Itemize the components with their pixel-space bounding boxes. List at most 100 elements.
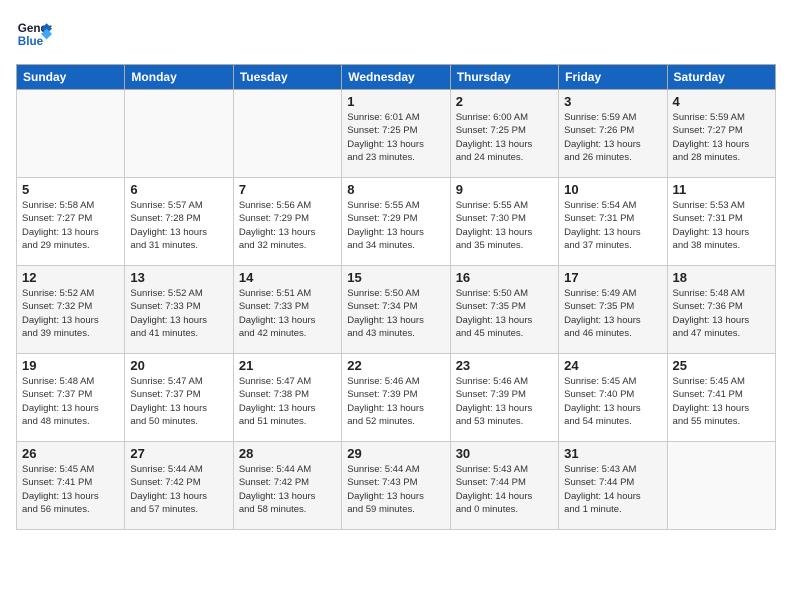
day-cell: 16 Sunrise: 5:50 AMSunset: 7:35 PMDayligh…	[450, 266, 558, 354]
week-row-5: 26 Sunrise: 5:45 AMSunset: 7:41 PMDayligh…	[17, 442, 776, 530]
day-cell	[667, 442, 775, 530]
day-info: Sunrise: 5:44 AMSunset: 7:42 PMDaylight:…	[239, 463, 336, 516]
week-row-4: 19Sunrise: 5:48 AMSunset: 7:37 PMDayligh…	[17, 354, 776, 442]
day-cell: 2 Sunrise: 6:00 AMSunset: 7:25 PMDaylight…	[450, 90, 558, 178]
day-number: 2	[456, 94, 553, 109]
day-number: 12	[22, 270, 119, 285]
day-number: 3	[564, 94, 661, 109]
day-cell: 22Sunrise: 5:46 AMSunset: 7:39 PMDayligh…	[342, 354, 450, 442]
day-number: 7	[239, 182, 336, 197]
day-info: Sunrise: 5:52 AMSunset: 7:32 PMDaylight:…	[22, 287, 119, 340]
day-number: 4	[673, 94, 770, 109]
day-cell: 20 Sunrise: 5:47 AMSunset: 7:37 PMDayligh…	[125, 354, 233, 442]
day-cell: 3Sunrise: 5:59 AMSunset: 7:26 PMDaylight…	[559, 90, 667, 178]
day-number: 17	[564, 270, 661, 285]
day-cell: 5 Sunrise: 5:58 AMSunset: 7:27 PMDaylight…	[17, 178, 125, 266]
day-info: Sunrise: 5:43 AMSunset: 7:44 PMDaylight:…	[456, 463, 553, 516]
day-cell: 27 Sunrise: 5:44 AMSunset: 7:42 PMDayligh…	[125, 442, 233, 530]
day-info: Sunrise: 5:44 AMSunset: 7:42 PMDaylight:…	[130, 463, 227, 516]
day-cell	[233, 90, 341, 178]
logo-icon: General Blue	[16, 16, 52, 52]
day-info: Sunrise: 5:49 AMSunset: 7:35 PMDaylight:…	[564, 287, 661, 340]
day-number: 21	[239, 358, 336, 373]
logo: General Blue	[16, 16, 52, 52]
day-info: Sunrise: 5:44 AMSunset: 7:43 PMDaylight:…	[347, 463, 444, 516]
day-number: 10	[564, 182, 661, 197]
weekday-header-wednesday: Wednesday	[342, 65, 450, 90]
day-cell: 19Sunrise: 5:48 AMSunset: 7:37 PMDayligh…	[17, 354, 125, 442]
week-row-2: 5 Sunrise: 5:58 AMSunset: 7:27 PMDaylight…	[17, 178, 776, 266]
day-cell: 25 Sunrise: 5:45 AMSunset: 7:41 PMDayligh…	[667, 354, 775, 442]
day-number: 5	[22, 182, 119, 197]
day-cell: 21 Sunrise: 5:47 AMSunset: 7:38 PMDayligh…	[233, 354, 341, 442]
day-cell: 17 Sunrise: 5:49 AMSunset: 7:35 PMDayligh…	[559, 266, 667, 354]
day-cell: 12 Sunrise: 5:52 AMSunset: 7:32 PMDayligh…	[17, 266, 125, 354]
day-number: 20	[130, 358, 227, 373]
day-info: Sunrise: 5:45 AMSunset: 7:40 PMDaylight:…	[564, 375, 661, 428]
day-number: 29	[347, 446, 444, 461]
day-cell: 30 Sunrise: 5:43 AMSunset: 7:44 PMDayligh…	[450, 442, 558, 530]
day-info: Sunrise: 5:50 AMSunset: 7:35 PMDaylight:…	[456, 287, 553, 340]
weekday-header-friday: Friday	[559, 65, 667, 90]
day-number: 25	[673, 358, 770, 373]
day-number: 9	[456, 182, 553, 197]
day-number: 27	[130, 446, 227, 461]
week-row-3: 12 Sunrise: 5:52 AMSunset: 7:32 PMDayligh…	[17, 266, 776, 354]
day-number: 8	[347, 182, 444, 197]
day-number: 1	[347, 94, 444, 109]
day-info: Sunrise: 5:50 AMSunset: 7:34 PMDaylight:…	[347, 287, 444, 340]
svg-text:Blue: Blue	[18, 35, 44, 48]
day-number: 28	[239, 446, 336, 461]
day-info: Sunrise: 5:57 AMSunset: 7:28 PMDaylight:…	[130, 199, 227, 252]
day-number: 11	[673, 182, 770, 197]
day-number: 15	[347, 270, 444, 285]
day-cell: 23 Sunrise: 5:46 AMSunset: 7:39 PMDayligh…	[450, 354, 558, 442]
day-number: 31	[564, 446, 661, 461]
day-cell: 15 Sunrise: 5:50 AMSunset: 7:34 PMDayligh…	[342, 266, 450, 354]
day-info: Sunrise: 5:52 AMSunset: 7:33 PMDaylight:…	[130, 287, 227, 340]
day-info: Sunrise: 5:48 AMSunset: 7:36 PMDaylight:…	[673, 287, 770, 340]
day-info: Sunrise: 5:45 AMSunset: 7:41 PMDaylight:…	[22, 463, 119, 516]
day-number: 26	[22, 446, 119, 461]
day-cell: 31Sunrise: 5:43 AMSunset: 7:44 PMDayligh…	[559, 442, 667, 530]
day-number: 16	[456, 270, 553, 285]
week-row-1: 1 Sunrise: 6:01 AMSunset: 7:25 PMDaylight…	[17, 90, 776, 178]
day-cell: 10 Sunrise: 5:54 AMSunset: 7:31 PMDayligh…	[559, 178, 667, 266]
day-info: Sunrise: 5:46 AMSunset: 7:39 PMDaylight:…	[456, 375, 553, 428]
day-number: 18	[673, 270, 770, 285]
day-info: Sunrise: 6:01 AMSunset: 7:25 PMDaylight:…	[347, 111, 444, 164]
day-info: Sunrise: 5:54 AMSunset: 7:31 PMDaylight:…	[564, 199, 661, 252]
day-number: 23	[456, 358, 553, 373]
day-info: Sunrise: 5:53 AMSunset: 7:31 PMDaylight:…	[673, 199, 770, 252]
weekday-header-thursday: Thursday	[450, 65, 558, 90]
day-cell: 6 Sunrise: 5:57 AMSunset: 7:28 PMDaylight…	[125, 178, 233, 266]
day-number: 14	[239, 270, 336, 285]
day-info: Sunrise: 5:55 AMSunset: 7:29 PMDaylight:…	[347, 199, 444, 252]
day-cell: 24 Sunrise: 5:45 AMSunset: 7:40 PMDayligh…	[559, 354, 667, 442]
day-info: Sunrise: 5:48 AMSunset: 7:37 PMDaylight:…	[22, 375, 119, 428]
weekday-header-tuesday: Tuesday	[233, 65, 341, 90]
day-number: 6	[130, 182, 227, 197]
day-cell: 11 Sunrise: 5:53 AMSunset: 7:31 PMDayligh…	[667, 178, 775, 266]
weekday-header-monday: Monday	[125, 65, 233, 90]
day-cell: 14 Sunrise: 5:51 AMSunset: 7:33 PMDayligh…	[233, 266, 341, 354]
day-number: 24	[564, 358, 661, 373]
day-cell	[17, 90, 125, 178]
day-cell: 13Sunrise: 5:52 AMSunset: 7:33 PMDayligh…	[125, 266, 233, 354]
day-cell: 18 Sunrise: 5:48 AMSunset: 7:36 PMDayligh…	[667, 266, 775, 354]
day-cell: 8 Sunrise: 5:55 AMSunset: 7:29 PMDaylight…	[342, 178, 450, 266]
day-info: Sunrise: 5:51 AMSunset: 7:33 PMDaylight:…	[239, 287, 336, 340]
day-info: Sunrise: 5:45 AMSunset: 7:41 PMDaylight:…	[673, 375, 770, 428]
day-cell: 7Sunrise: 5:56 AMSunset: 7:29 PMDaylight…	[233, 178, 341, 266]
day-info: Sunrise: 6:00 AMSunset: 7:25 PMDaylight:…	[456, 111, 553, 164]
day-info: Sunrise: 5:47 AMSunset: 7:38 PMDaylight:…	[239, 375, 336, 428]
weekday-header-sunday: Sunday	[17, 65, 125, 90]
day-info: Sunrise: 5:58 AMSunset: 7:27 PMDaylight:…	[22, 199, 119, 252]
day-info: Sunrise: 5:59 AMSunset: 7:27 PMDaylight:…	[673, 111, 770, 164]
day-cell	[125, 90, 233, 178]
day-number: 30	[456, 446, 553, 461]
calendar-table: SundayMondayTuesdayWednesdayThursdayFrid…	[16, 64, 776, 530]
weekday-header-row: SundayMondayTuesdayWednesdayThursdayFrid…	[17, 65, 776, 90]
day-info: Sunrise: 5:47 AMSunset: 7:37 PMDaylight:…	[130, 375, 227, 428]
day-cell: 9Sunrise: 5:55 AMSunset: 7:30 PMDaylight…	[450, 178, 558, 266]
